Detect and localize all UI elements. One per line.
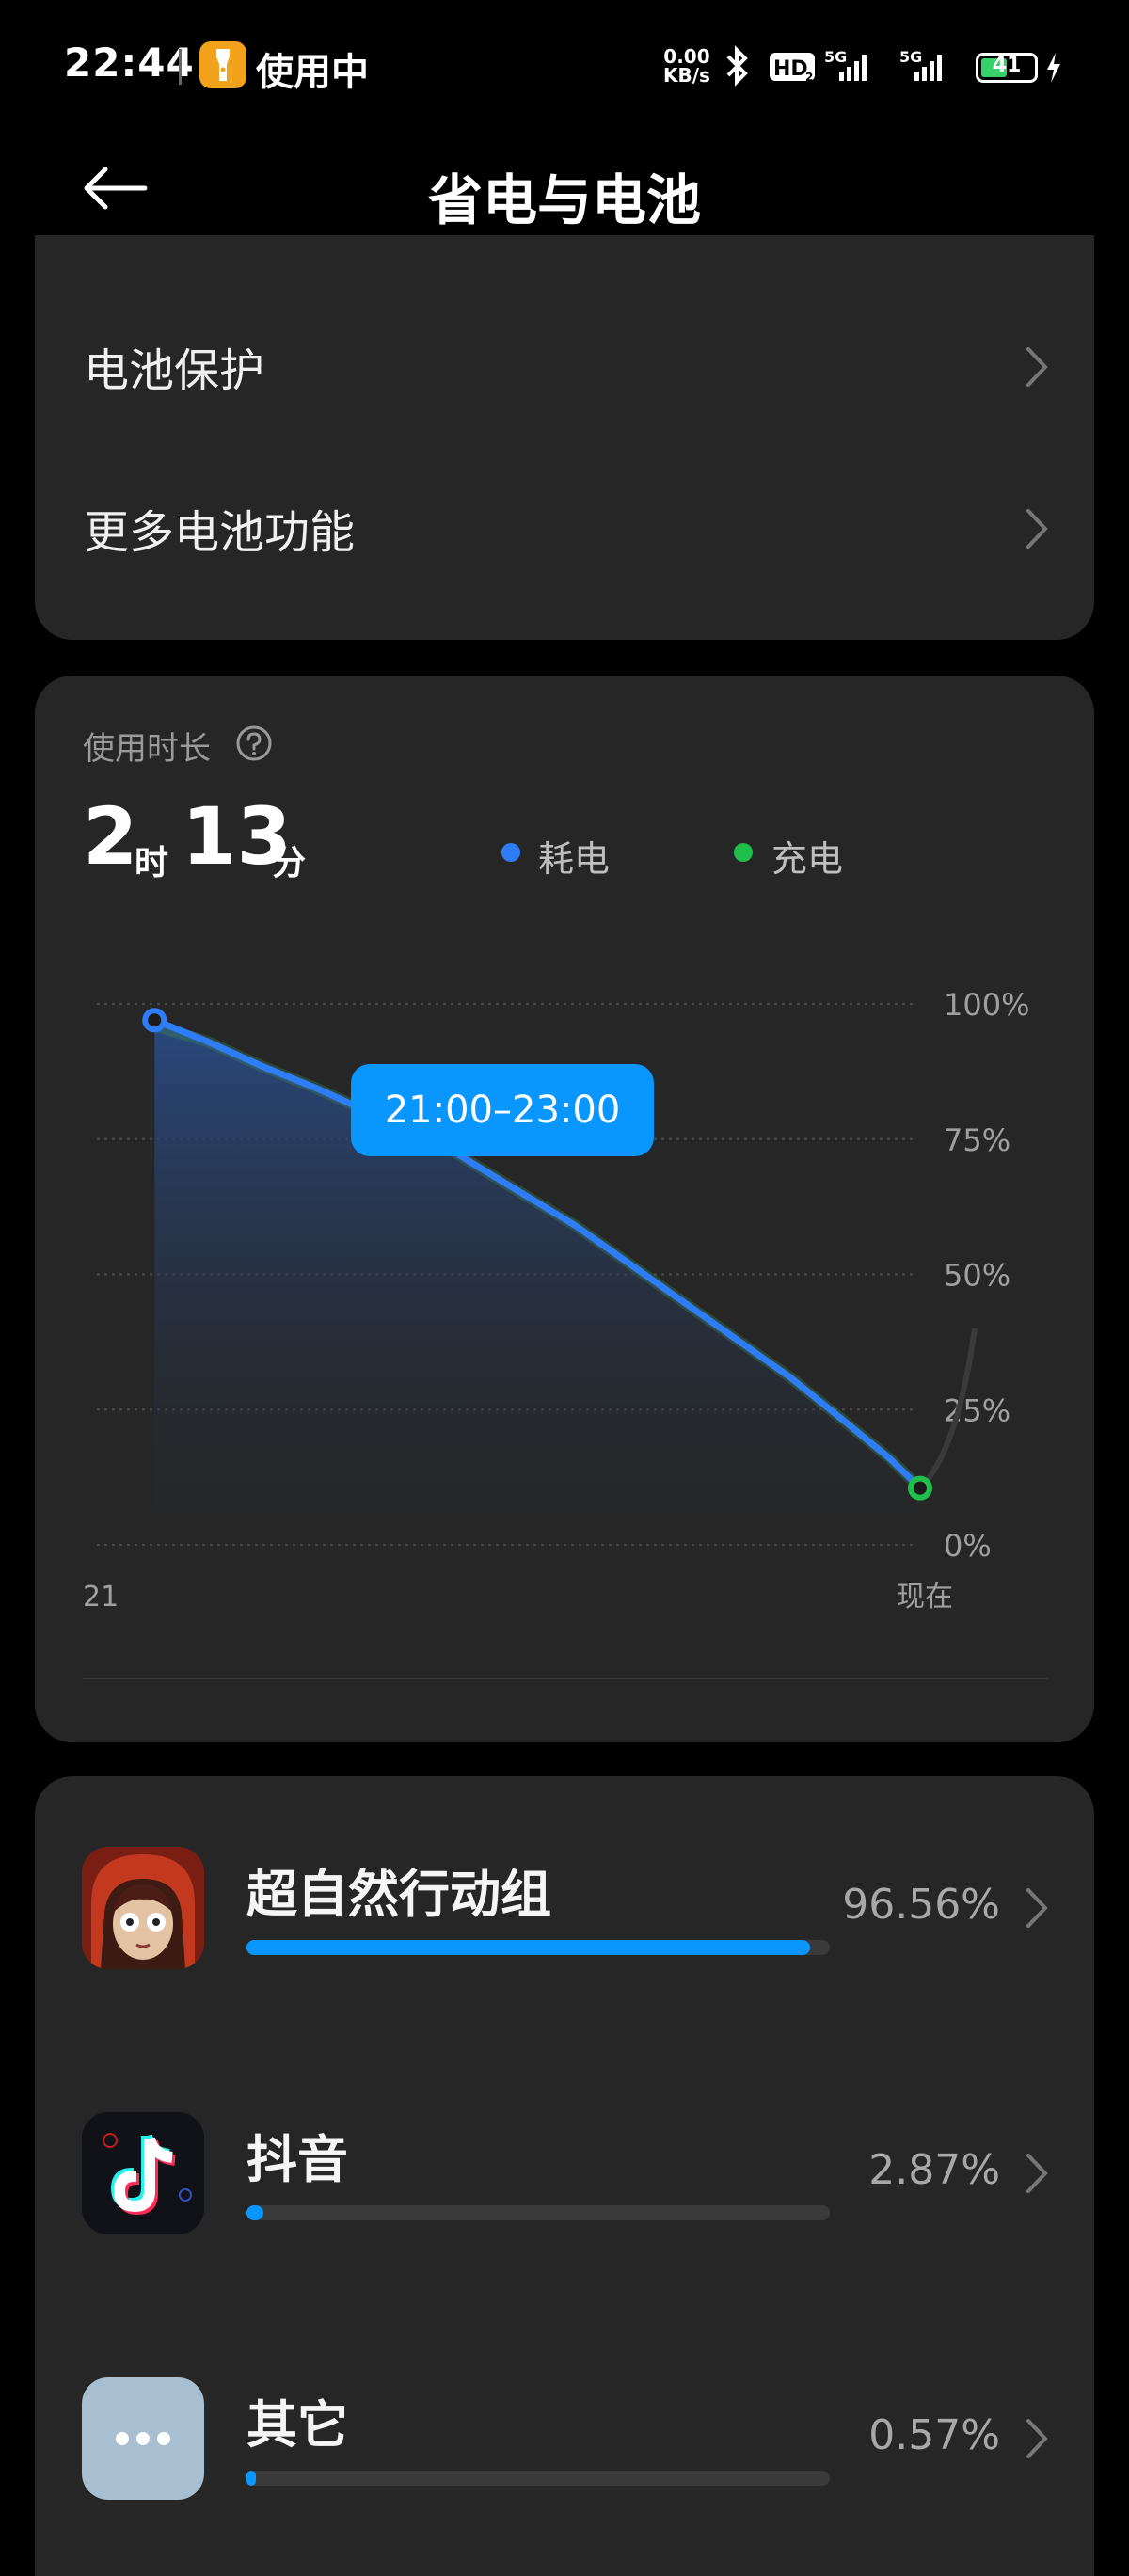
chevron-right-icon (1026, 2419, 1048, 2458)
svg-text:5G: 5G (824, 48, 847, 66)
usage-bar-fill (246, 1940, 810, 1955)
usage-minutes-unit: 分 (272, 844, 307, 883)
app-name: 其它 (246, 2395, 348, 2455)
current-point-marker (908, 1475, 932, 1501)
usage-hours-unit: 时 (135, 844, 169, 883)
svg-text:HD: HD (773, 57, 808, 81)
app-row-supernatural-squad[interactable]: 超自然行动组 96.56% (35, 1847, 1094, 2035)
help-icon[interactable] (235, 724, 273, 762)
status-time: 22:44 (64, 40, 195, 86)
usage-bar-track (246, 2205, 830, 2220)
x-tick-label: 现在 (897, 1581, 953, 1614)
card-divider (83, 1678, 1047, 1679)
usage-bar-fill (246, 2205, 263, 2220)
y-tick-label: 50% (944, 1258, 1010, 1294)
svg-text:5G: 5G (899, 48, 922, 66)
app-row-douyin[interactable]: 抖音 2.87% (35, 2112, 1094, 2300)
more-dots-icon (82, 2377, 204, 2500)
network-speed-value: 0.00 (663, 45, 710, 68)
y-tick-label: 100% (944, 987, 1029, 1023)
chevron-right-icon (1026, 509, 1048, 549)
menu-item-battery-protection[interactable]: 电池保护 (35, 292, 1094, 442)
usage-title: 使用时长 (83, 730, 211, 768)
bluetooth-icon (726, 45, 748, 87)
douyin-app-icon (82, 2112, 204, 2234)
menu-item-more-battery-features[interactable]: 更多电池功能 (35, 453, 1094, 604)
svg-text:2: 2 (805, 71, 813, 84)
menu-item-label: 电池保护 (84, 344, 265, 397)
usage-bar-track (246, 1940, 830, 1955)
app-name: 抖音 (246, 2130, 348, 2189)
hd-icon: HD 2 (770, 53, 815, 84)
app-percent: 2.87% (868, 2146, 1000, 2194)
chart-tooltip: 21:00–23:00 (351, 1064, 654, 1156)
chevron-right-icon (1026, 2154, 1048, 2193)
usage-hours: 2 (83, 790, 138, 883)
y-axis-labels: 100%75%50%25%0% (944, 987, 1029, 1564)
x-tick-label: 21 (83, 1581, 119, 1614)
supernatural-squad-app-icon (82, 1847, 204, 1969)
signal-5g-icon: 5G (899, 48, 942, 81)
battery-level: 41 (992, 54, 1022, 77)
usage-bar-fill (246, 2471, 256, 2486)
legend-dot-discharge (501, 843, 520, 862)
legend-dot-charge (734, 843, 753, 862)
app-usage-card: 超自然行动组 96.56% 抖音 2.87% 其它 0.57% (35, 1776, 1094, 2576)
network-speed: 0.00 KB/s (663, 47, 710, 85)
x-axis-labels: 21 现在 (83, 1581, 953, 1614)
start-point-marker (142, 1008, 167, 1033)
y-tick-label: 0% (944, 1528, 992, 1564)
battery-menu-card: 电池保护 更多电池功能 (35, 235, 1094, 640)
page-title: 省电与电池 (427, 168, 701, 232)
y-tick-label: 75% (944, 1122, 1010, 1158)
legend-label-charge: 充电 (771, 838, 844, 880)
status-app-in-use: 使用中 (256, 51, 369, 94)
status-separator (179, 49, 182, 85)
status-icons: HD 2 5G 5G (726, 45, 942, 87)
network-speed-unit: KB/s (663, 64, 710, 87)
chevron-right-icon (1026, 1888, 1048, 1928)
flashlight-icon (199, 41, 246, 88)
menu-item-label: 更多电池功能 (84, 506, 356, 559)
charging-bolt-icon (1047, 53, 1060, 83)
chevron-right-icon (1026, 347, 1048, 387)
app-percent: 96.56% (842, 1881, 1000, 1929)
battery-icon: 41 (976, 53, 1038, 83)
signal-5g-icon: 5G (824, 48, 867, 81)
app-row-other[interactable]: 其它 0.57% (35, 2377, 1094, 2566)
app-percent: 0.57% (868, 2411, 1000, 2459)
app-name: 超自然行动组 (246, 1865, 551, 1924)
legend-label-discharge: 耗电 (538, 838, 611, 880)
status-bar: 22:44 使用中 0.00 KB/s HD 2 5G 5G 41 (0, 0, 1129, 132)
usage-bar-track (246, 2471, 830, 2486)
